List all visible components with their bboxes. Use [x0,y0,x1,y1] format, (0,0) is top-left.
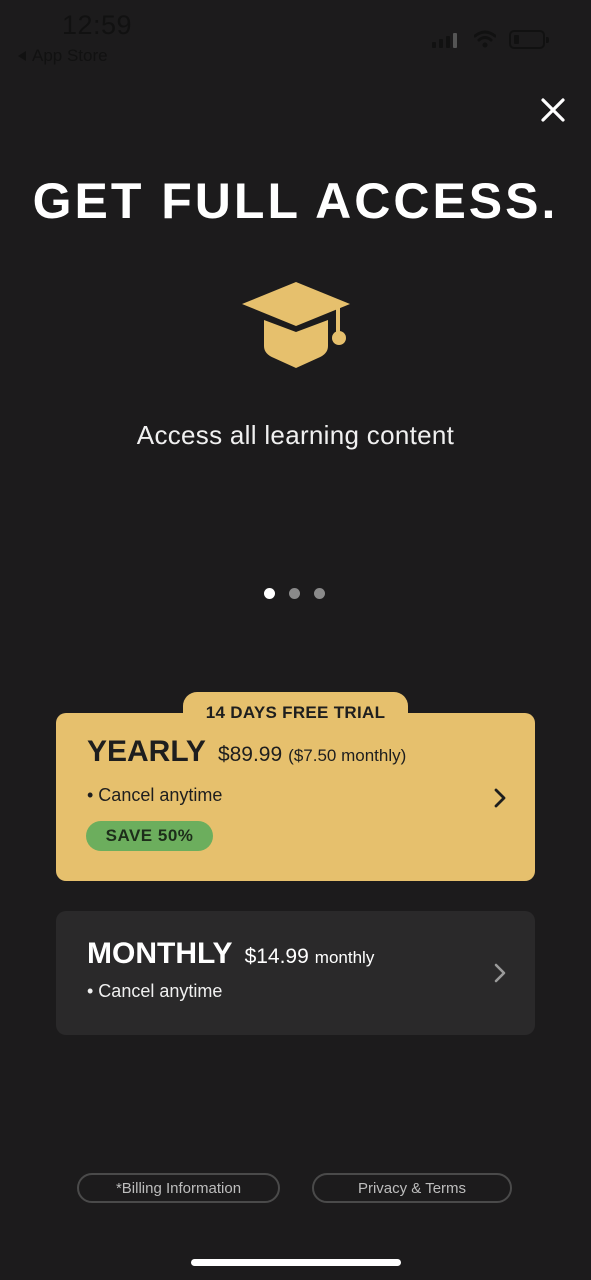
free-trial-badge: 14 DAYS FREE TRIAL [183,692,408,736]
monthly-plan-name: MONTHLY [87,937,233,970]
cellular-signal-icon [432,32,457,48]
wifi-icon [474,30,496,48]
monthly-cancel-anytime: • Cancel anytime [87,981,223,1001]
back-app-label: App Store [32,46,108,65]
yearly-plan-card[interactable]: YEARLY $89.99 ($7.50 monthly) • Cancel a… [56,713,535,881]
battery-icon [509,30,549,49]
chevron-right-icon [494,788,506,808]
save-badge: SAVE 50% [86,821,213,851]
page-dot-active[interactable] [264,588,275,599]
privacy-terms-button[interactable]: Privacy & Terms [312,1173,512,1203]
page-title: GET FULL ACCESS. [32,173,559,229]
monthly-plan-price: $14.99 [244,945,309,968]
chevron-right-icon [494,963,506,983]
home-indicator[interactable] [191,1259,401,1266]
status-time: 12:59 [62,10,133,40]
yearly-plan-name: YEARLY [87,735,206,768]
graduation-cap-icon [242,282,350,368]
back-triangle-icon [18,51,26,61]
feature-description: Access all learning content [136,420,455,450]
page-dot[interactable] [289,588,300,599]
back-to-app-store-link[interactable]: App Store [18,46,108,66]
billing-information-button[interactable]: *Billing Information [77,1173,280,1203]
carousel-page-indicator[interactable] [264,588,325,599]
page-dot[interactable] [314,588,325,599]
yearly-cancel-anytime: • Cancel anytime [87,785,223,805]
close-icon[interactable] [535,92,571,128]
monthly-plan-period: monthly [314,948,375,967]
yearly-plan-monthly-equivalent: ($7.50 monthly) [288,746,407,765]
yearly-plan-price: $89.99 [217,743,283,766]
monthly-plan-card[interactable]: MONTHLY $14.99 monthly • Cancel anytime [56,911,535,1035]
